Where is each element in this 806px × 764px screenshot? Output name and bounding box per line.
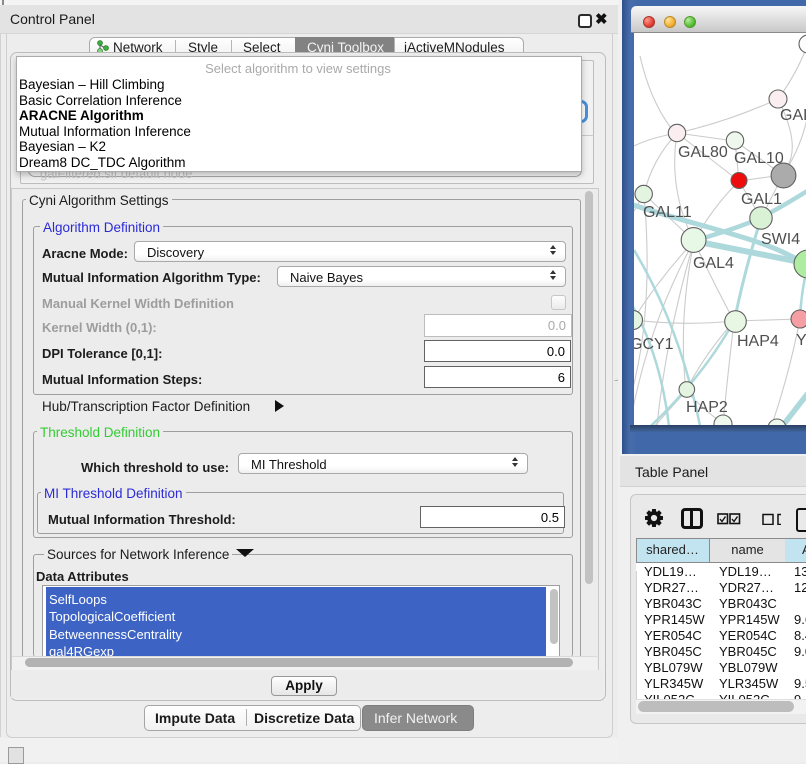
svg-text:GCY1: GCY1 [634,336,674,353]
svg-text:GAL2: GAL2 [780,107,806,124]
svg-text:GAL80: GAL80 [678,144,728,161]
svg-text:HAP2: HAP2 [686,399,728,416]
svg-text:SWI4: SWI4 [761,231,800,248]
svg-text:Y: Y [796,332,806,349]
svg-text:HAP4: HAP4 [737,333,779,350]
svg-text:GAL4: GAL4 [693,255,734,272]
svg-text:GAL10: GAL10 [734,150,784,167]
svg-text:GAL11: GAL11 [643,204,692,221]
svg-text:GAL1: GAL1 [741,191,782,208]
